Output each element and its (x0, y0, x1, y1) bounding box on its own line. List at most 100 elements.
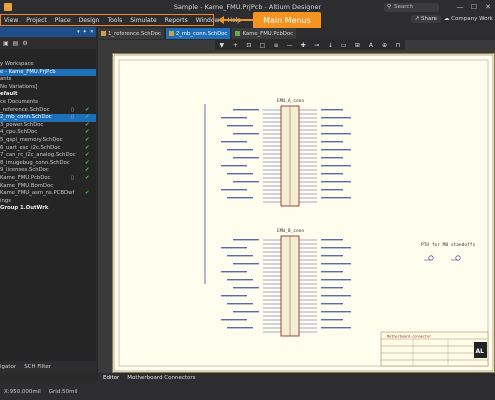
tab-sch-filter[interactable]: SCH Filter (24, 364, 51, 370)
tree-item-label: Kame_FMU.PcbDoc (0, 174, 51, 181)
tree-item[interactable]: 8_imugebug_conn.SchDoc ✔ (0, 160, 96, 168)
title-bar: Sample - Kame_FMU.PrjPcb - Altium Design… (0, 0, 495, 14)
tree-item[interactable]: Kame_FMU.BomDoc (0, 183, 96, 191)
tab-navigator[interactable]: igator (0, 364, 16, 370)
check-icon: ✔ (85, 121, 90, 128)
workspace-selector[interactable]: ☁ Company Work (444, 16, 493, 22)
check-icon: ✔ (85, 167, 90, 174)
tree-item[interactable]: 9_licenses.SchDoc ✔ (0, 167, 96, 175)
doc-tab-mb-conn[interactable]: 2_mb_conn.SchDoc (165, 28, 231, 39)
tree-item-label: Kame_FMU_asm_ns.PCBDwf (0, 190, 75, 197)
share-button[interactable]: ↗ Share (410, 15, 441, 23)
pth-label: PTH for MB standoffs (421, 242, 475, 248)
tree-item[interactable]: 2_mb_conn.SchDoc ▯ ✔ (0, 114, 96, 122)
main-menus-callout: Main Menus (253, 12, 321, 29)
schematic-doc-icon (101, 31, 106, 36)
active-bar-tool-icon[interactable]: ≡ (272, 42, 280, 49)
document-icon: ▯ (71, 174, 74, 181)
schematic-doc-icon (168, 31, 174, 36)
tree-item[interactable]: _reference.SchDoc ▯ ✔ (0, 107, 96, 115)
minimize-button[interactable]: — (453, 0, 467, 14)
active-bar-tool-icon[interactable]: ↓ (326, 42, 334, 49)
tree-item[interactable]: efault (0, 91, 96, 99)
tab-motherboard-connectors[interactable]: Motherboard Connectors (127, 375, 195, 381)
callout-arrowhead (218, 16, 224, 24)
active-bar-tool-icon[interactable]: A (367, 42, 375, 49)
panel-pin-icon[interactable]: ✦ (83, 29, 87, 35)
active-bar-tool-icon[interactable]: ▭ (340, 42, 348, 49)
active-bar-tool-icon[interactable]: + (231, 42, 239, 49)
title-block[interactable]: Motherboard connector AL (380, 331, 489, 367)
doc-tab-pcb[interactable]: Kame_FMU.PcbDoc (232, 28, 297, 39)
document-tabs: 1_reference.SchDoc 2_mb_conn.SchDoc Kame… (98, 28, 495, 39)
active-bar-tool-icon[interactable]: ⊕ (381, 42, 389, 49)
check-icon: ✔ (85, 174, 90, 181)
tree-item-label: ce Documents (0, 98, 39, 105)
close-button[interactable]: ✕ (481, 0, 495, 14)
active-bar-tool-icon[interactable]: ⊓ (394, 42, 402, 49)
tree-item[interactable]: 5_qspi_memory.SchDoc ✔ (0, 137, 96, 145)
projects-panel: ▾ ✦ ✕ ▣ ▤ ⚙ y Workspace e - Kame_FMU.PrjP… (0, 27, 96, 373)
tree-item-label: y Workspace (0, 61, 34, 67)
tree-item-label: 7_can_rc_i2c_analog.SchDoc (0, 152, 76, 159)
panel-close-icon[interactable]: ✕ (90, 29, 94, 35)
pcb-doc-icon (235, 31, 241, 36)
tab-editor[interactable]: Editor (103, 375, 119, 381)
tree-item[interactable]: No Variations] (0, 84, 96, 92)
check-icon: ✔ (85, 129, 90, 136)
standoff-symbols[interactable] (424, 255, 461, 261)
block-a-title: EMU_A_conn (277, 98, 304, 104)
document-icon: ▯ (71, 114, 74, 121)
tree-item[interactable]: e - Kame_FMU.PrjPcb (0, 68, 96, 77)
check-icon: ✔ (85, 114, 90, 121)
panel-header: ▾ ✦ ✕ (0, 27, 96, 37)
active-bar-tool-icon[interactable]: ▼ (218, 42, 226, 49)
tree-item[interactable]: Group 1.OutWrk (0, 205, 96, 213)
tree-item-label: 8_imugebug_conn.SchDoc (0, 159, 70, 166)
doc-tab-reference[interactable]: 1_reference.SchDoc (98, 28, 164, 39)
active-bar-tool-icon[interactable]: ✚ (299, 42, 307, 49)
tree-item[interactable]: 3_power.SchDoc ✔ (0, 122, 96, 130)
tree-item[interactable]: ants (0, 76, 96, 84)
folder-icon[interactable]: ▤ (13, 40, 19, 47)
schematic-sheet[interactable]: EMU_A_conn EMU_B_conn PTH for MB standof… (112, 53, 495, 373)
tree-item-label: e - Kame_FMU.PrjPcb (0, 68, 56, 75)
tree-item-label: ings (0, 197, 11, 204)
search-icon: ⚲ (387, 4, 392, 10)
active-bar-tool-icon[interactable]: — (286, 42, 294, 49)
check-icon: ✔ (85, 106, 90, 113)
status-bar: X:950.000mil Grid:50mil (0, 383, 495, 400)
schematic-canvas[interactable]: EMU_A_conn EMU_B_conn PTH for MB standof… (98, 40, 495, 373)
global-search-input[interactable]: ⚲ Search (384, 2, 439, 12)
active-bar-tool-icon[interactable]: ⊸ (313, 42, 321, 49)
check-icon: ✔ (85, 144, 90, 151)
tree-item[interactable]: y Workspace (0, 61, 96, 69)
tree-item[interactable]: 4_cpu.SchDoc ✔ (0, 129, 96, 137)
tree-item[interactable]: ings (0, 198, 96, 206)
active-bar-tool-icon[interactable]: □ (258, 42, 266, 49)
callout-arrow (222, 19, 253, 21)
save-icon[interactable]: ▣ (3, 40, 9, 47)
maximize-button[interactable]: ☐ (467, 0, 481, 14)
tree-item-label: Kame_FMU.BomDoc (0, 182, 54, 189)
tree-item[interactable]: Kame_FMU_asm_ns.PCBDwf ✔ (0, 190, 96, 198)
search-placeholder: Search (394, 4, 413, 10)
tree-item[interactable]: Kame_FMU.PcbDoc ▯ ✔ (0, 175, 96, 183)
tree-item[interactable]: 6_uart_esc_i2c.SchDoc ✔ (0, 145, 96, 153)
panel-menu-icon[interactable]: ▾ (77, 29, 80, 35)
settings-icon[interactable]: ⚙ (22, 40, 27, 47)
grid-size: Grid:50mil (48, 388, 78, 395)
altium-logo: AL (476, 348, 485, 355)
project-tree: y Workspace e - Kame_FMU.PrjPcb ants No Var… (0, 61, 96, 213)
tree-item[interactable]: 7_can_rc_i2c_analog.SchDoc ✔ (0, 152, 96, 160)
check-icon: ✔ (85, 136, 90, 143)
cursor-coordinates: X:950.000mil (4, 388, 41, 395)
check-icon: ✔ (85, 190, 90, 197)
active-bar-tool-icon[interactable]: ⊞ (353, 42, 361, 49)
tree-item[interactable]: ce Documents (0, 99, 96, 107)
tree-item-label: 4_cpu.SchDoc (0, 129, 38, 136)
active-bar-tool-icon[interactable]: ⊡ (245, 42, 253, 49)
tree-item-label: ants (0, 76, 12, 83)
tree-item-label: 5_qspi_memory.SchDoc (0, 136, 63, 143)
share-icon: ↗ (414, 16, 420, 22)
